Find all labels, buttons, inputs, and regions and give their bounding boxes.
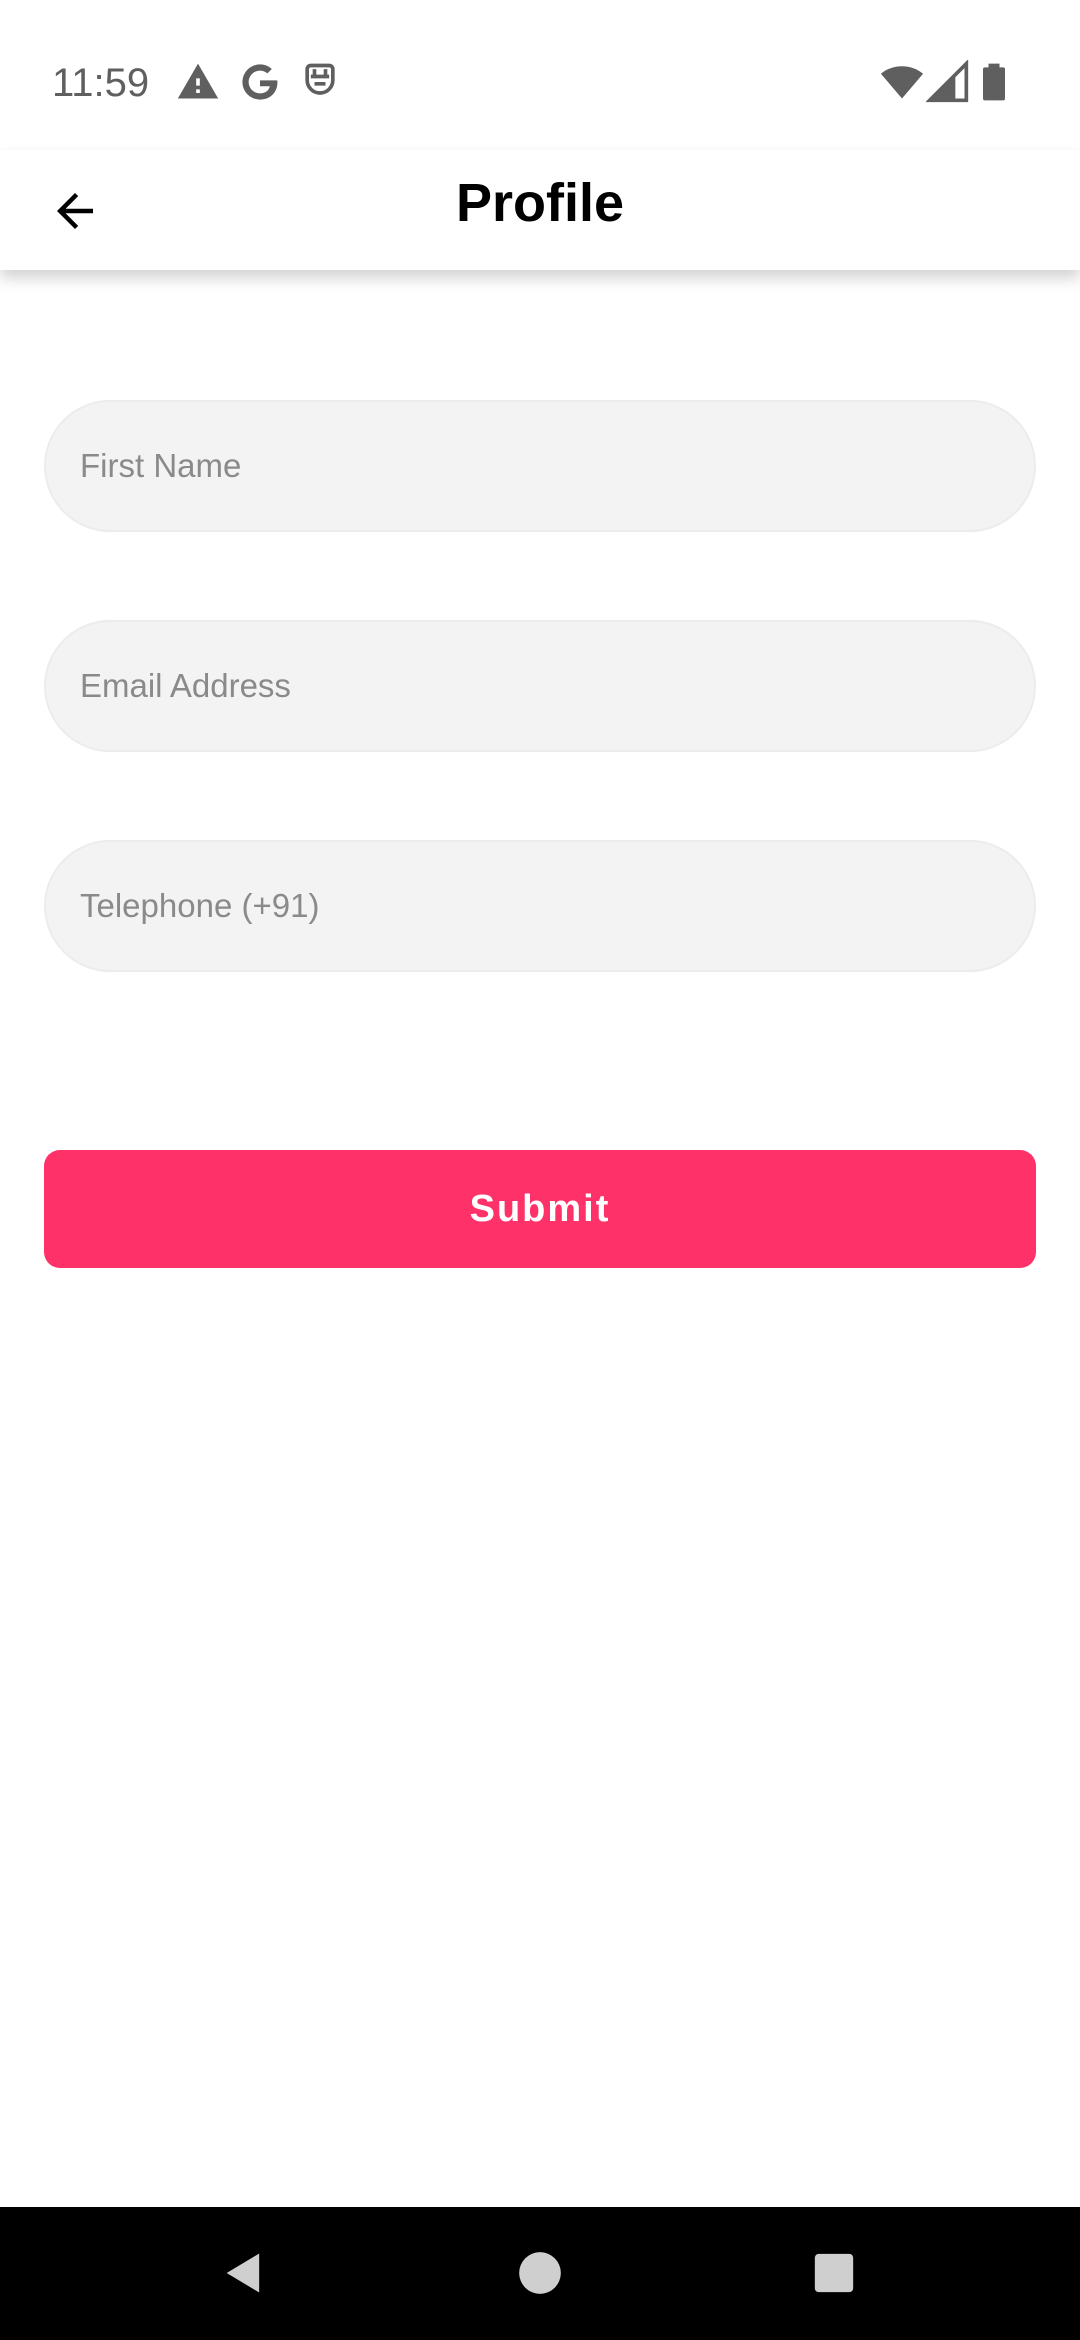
first-name-field[interactable] bbox=[44, 400, 1036, 532]
back-triangle-icon bbox=[226, 2253, 260, 2293]
app-bar: Profile bbox=[0, 150, 1080, 270]
home-circle-icon bbox=[519, 2252, 561, 2294]
sim-icon bbox=[298, 60, 342, 104]
arrow-left-icon bbox=[57, 193, 93, 229]
google-icon bbox=[238, 60, 282, 104]
submit-button[interactable]: Submit bbox=[44, 1150, 1036, 1268]
battery-icon bbox=[972, 60, 1016, 104]
telephone-field[interactable] bbox=[44, 840, 1036, 972]
page-title: Profile bbox=[455, 173, 625, 233]
nav-back-button[interactable] bbox=[208, 2237, 280, 2309]
nav-home-button[interactable] bbox=[504, 2237, 576, 2309]
wifi-icon bbox=[880, 60, 924, 104]
first-name-input[interactable] bbox=[46, 402, 1034, 530]
nav-recents-button[interactable] bbox=[798, 2237, 870, 2309]
email-input[interactable] bbox=[46, 622, 1034, 750]
recents-square-icon bbox=[814, 2253, 854, 2293]
status-time: 11:59 bbox=[52, 61, 150, 105]
signal-icon bbox=[926, 60, 970, 104]
email-field[interactable] bbox=[44, 620, 1036, 752]
warning-icon bbox=[176, 60, 220, 104]
telephone-input[interactable] bbox=[46, 842, 1034, 970]
back-button[interactable] bbox=[30, 166, 120, 256]
profile-screen: 11:59 Profile First Name Email Address T… bbox=[0, 0, 1080, 2340]
system-nav-bar bbox=[0, 2207, 1080, 2340]
status-bar: 11:59 bbox=[0, 0, 1080, 150]
